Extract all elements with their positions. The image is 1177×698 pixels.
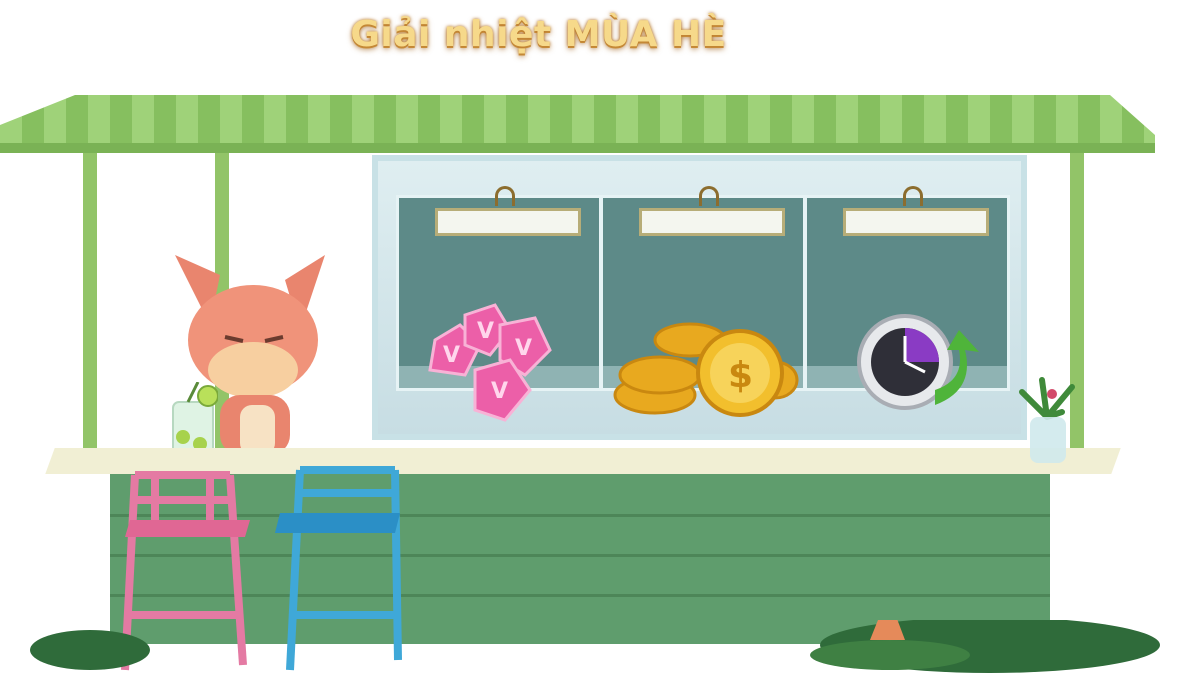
gold-coins-icon[interactable]: $ — [600, 295, 805, 425]
v-gems-icon[interactable]: VVVV — [405, 300, 580, 430]
svg-text:V: V — [477, 319, 494, 344]
svg-text:$: $ — [728, 355, 753, 396]
slot-sign — [435, 208, 581, 236]
svg-text:V: V — [491, 379, 508, 404]
time-boost-clock-icon[interactable] — [855, 310, 985, 420]
svg-text:V: V — [515, 336, 532, 361]
plant-vase — [1019, 377, 1075, 463]
awning-post-left — [83, 150, 97, 465]
svg-text:V: V — [443, 343, 460, 368]
sign-hook — [495, 186, 515, 206]
ground-foliage — [30, 620, 1160, 673]
sign-hook — [699, 186, 719, 206]
event-title-text: Giải nhiệt MÙA HÈ — [350, 14, 727, 55]
event-title: Giải nhiệt MÙA HÈ — [0, 14, 1177, 55]
sign-hook — [903, 186, 923, 206]
striped-awning — [0, 95, 1155, 153]
slot-sign — [639, 208, 785, 236]
slot-sign — [843, 208, 989, 236]
